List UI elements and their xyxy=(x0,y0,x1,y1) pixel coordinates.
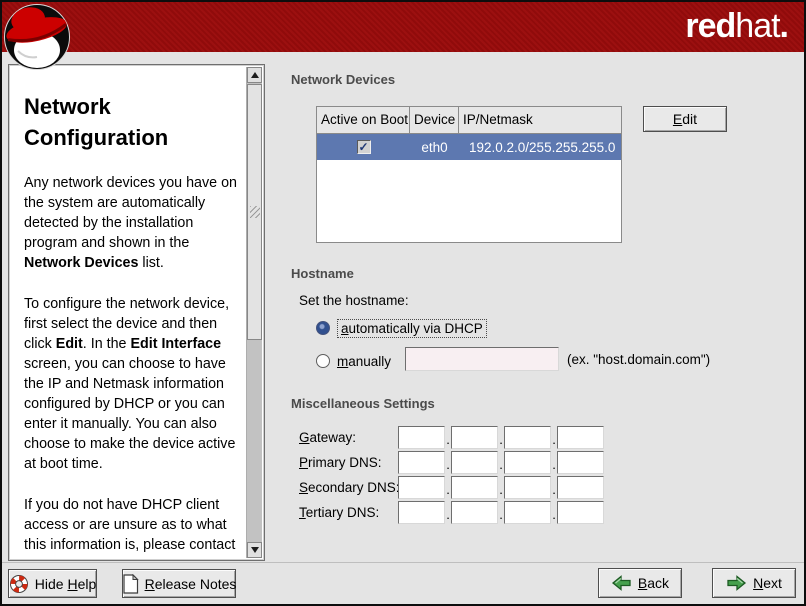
secondary-dns-label: Secondary DNS: xyxy=(299,480,398,495)
release-notes-button[interactable]: Release Notes xyxy=(122,569,236,598)
gateway-octet-input-1[interactable] xyxy=(398,426,445,449)
gateway-label: Gateway: xyxy=(299,430,398,445)
dhcp-radio-row: automatically via DHCP xyxy=(316,317,487,339)
wordmark-red: red xyxy=(685,7,735,45)
life-ring-icon xyxy=(9,574,29,594)
edit-button[interactable]: Edit xyxy=(643,106,727,132)
tertiary-dns-octet-input-4[interactable] xyxy=(557,501,604,524)
network-devices-table: Active on Boot Device IP/Netmask ✓ eth0 … xyxy=(316,106,622,243)
primary-dns-octet-input-2[interactable] xyxy=(451,451,498,474)
gateway-octet-input-4[interactable] xyxy=(557,426,604,449)
primary-dns-octet-input-4[interactable] xyxy=(557,451,604,474)
redhat-wordmark: redhat. xyxy=(685,7,788,46)
scroll-up-icon xyxy=(251,72,259,78)
tertiary-dns-row: Tertiary DNS: . . . xyxy=(299,501,604,524)
column-header-active-on-boot[interactable]: Active on Boot xyxy=(317,107,410,133)
column-header-device[interactable]: Device xyxy=(410,107,459,133)
help-paragraph-1: Any network devices you have on the syst… xyxy=(24,173,240,273)
tertiary-dns-octet-input-2[interactable] xyxy=(451,501,498,524)
gateway-octet-input-2[interactable] xyxy=(451,426,498,449)
manual-radio-label[interactable]: manually xyxy=(337,354,391,369)
primary-dns-octet-input-3[interactable] xyxy=(504,451,551,474)
checkbox-checked-icon: ✓ xyxy=(358,141,368,153)
help-content: Network Configuration Any network device… xyxy=(11,67,246,558)
device-cell: eth0 xyxy=(410,140,459,155)
tertiary-dns-octet-input-1[interactable] xyxy=(398,501,445,524)
primary-dns-label: Primary DNS: xyxy=(299,455,398,470)
hostname-example-hint: (ex. "host.domain.com") xyxy=(567,352,710,367)
primary-dns-row: Primary DNS: . . . xyxy=(299,451,604,474)
help-panel: Network Configuration Any network device… xyxy=(8,64,265,561)
back-arrow-icon xyxy=(611,574,632,592)
dhcp-radio-button[interactable] xyxy=(316,321,330,335)
scroll-down-icon xyxy=(251,547,259,553)
manual-hostname-input[interactable] xyxy=(405,347,559,371)
active-on-boot-checkbox[interactable]: ✓ xyxy=(357,140,371,154)
table-row-eth0[interactable]: ✓ eth0 192.0.2.0/255.255.255.0 xyxy=(317,134,621,160)
next-arrow-icon xyxy=(726,574,747,592)
help-title: Network Configuration xyxy=(24,91,240,153)
wordmark-hat: hat xyxy=(735,7,779,45)
secondary-dns-octet-input-4[interactable] xyxy=(557,476,604,499)
installer-window: redhat. Network Configuration Any networ… xyxy=(0,0,806,606)
scroll-down-button[interactable] xyxy=(247,542,262,558)
table-header-row: Active on Boot Device IP/Netmask xyxy=(317,107,621,134)
back-button[interactable]: Back xyxy=(598,568,682,598)
scroll-up-button[interactable] xyxy=(247,67,262,83)
secondary-dns-octet-input-2[interactable] xyxy=(451,476,498,499)
help-paragraph-3: If you do not have DHCP client access or… xyxy=(24,495,240,558)
secondary-dns-row: Secondary DNS: . . . xyxy=(299,476,604,499)
next-button[interactable]: Next xyxy=(712,568,796,598)
misc-settings-section-title: Miscellaneous Settings xyxy=(291,396,435,411)
help-scrollbar[interactable] xyxy=(246,67,262,558)
dhcp-radio-label[interactable]: automatically via DHCP xyxy=(337,319,487,338)
secondary-dns-octet-input-3[interactable] xyxy=(504,476,551,499)
top-banner: redhat. xyxy=(2,2,804,52)
primary-dns-octet-input-1[interactable] xyxy=(398,451,445,474)
wordmark-period: . xyxy=(780,7,788,45)
network-devices-section-title: Network Devices xyxy=(291,72,395,87)
set-hostname-prompt: Set the hostname: xyxy=(299,293,409,308)
tertiary-dns-label: Tertiary DNS: xyxy=(299,505,398,520)
ip-netmask-cell: 192.0.2.0/255.255.255.0 xyxy=(459,140,621,155)
hostname-section-title: Hostname xyxy=(291,266,354,281)
scrollbar-thumb[interactable] xyxy=(247,84,262,340)
manual-radio-button[interactable] xyxy=(316,354,330,368)
hide-help-button[interactable]: Hide Help xyxy=(8,569,97,598)
scrollbar-grip-icon xyxy=(250,206,260,218)
gateway-octet-input-3[interactable] xyxy=(504,426,551,449)
tertiary-dns-octet-input-3[interactable] xyxy=(504,501,551,524)
manual-radio-row: manually xyxy=(316,350,391,372)
gateway-row: Gateway: . . . xyxy=(299,426,604,449)
document-icon xyxy=(122,574,139,594)
footer-separator xyxy=(0,562,806,564)
secondary-dns-octet-input-1[interactable] xyxy=(398,476,445,499)
help-paragraph-2: To configure the network device, first s… xyxy=(24,294,240,474)
column-header-ip-netmask[interactable]: IP/Netmask xyxy=(459,107,621,133)
redhat-shadowman-logo-icon xyxy=(4,3,71,77)
